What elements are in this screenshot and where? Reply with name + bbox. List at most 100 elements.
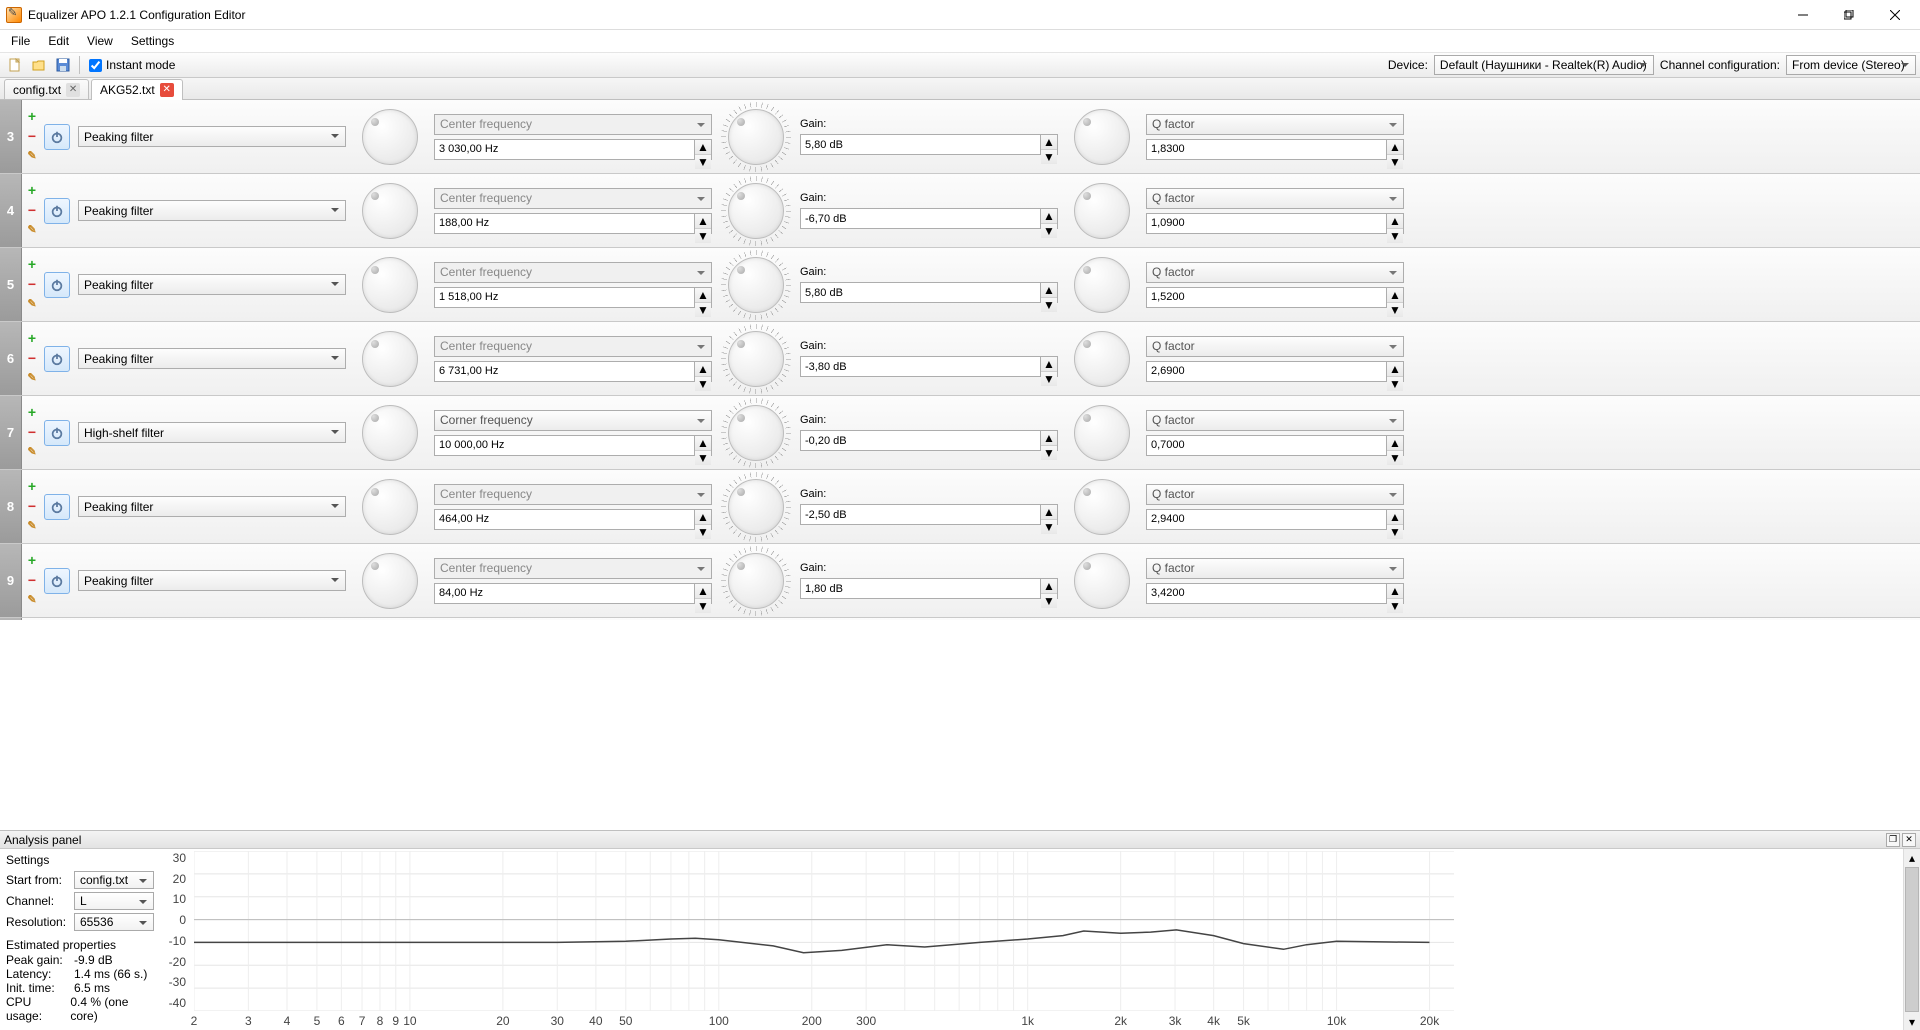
add-filter-button[interactable]: + [25, 183, 39, 197]
tab-akg52[interactable]: AKG52.txt ✕ [91, 79, 183, 100]
q-input[interactable] [1146, 583, 1387, 604]
menu-edit[interactable]: Edit [39, 32, 78, 50]
gain-input[interactable] [800, 504, 1041, 525]
q-spin[interactable]: ▲▼ [1387, 213, 1404, 234]
minimize-button[interactable] [1780, 0, 1826, 30]
q-input[interactable] [1146, 435, 1387, 456]
filter-type-select[interactable]: High-shelf filter [78, 422, 346, 443]
panel-float-button[interactable]: ❐ [1886, 833, 1900, 847]
freq-spin[interactable]: ▲▼ [695, 139, 712, 160]
q-spin[interactable]: ▲▼ [1387, 287, 1404, 308]
freq-spin[interactable]: ▲▼ [695, 583, 712, 604]
freq-spin[interactable]: ▲▼ [695, 213, 712, 234]
edit-filter-button[interactable]: ✎ [25, 594, 39, 608]
q-label-select[interactable]: Q factor [1146, 484, 1404, 505]
device-select[interactable]: Default (Наушники - Realtek(R) Audio) [1434, 55, 1654, 75]
gain-spin[interactable]: ▲▼ [1041, 134, 1058, 155]
remove-filter-button[interactable]: − [25, 129, 39, 143]
freq-spin[interactable]: ▲▼ [695, 287, 712, 308]
q-knob[interactable] [1074, 109, 1130, 165]
scroll-up-icon[interactable]: ▴ [1904, 849, 1920, 866]
open-file-button[interactable] [28, 54, 50, 76]
gain-spin[interactable]: ▲▼ [1041, 282, 1058, 303]
gain-input[interactable] [800, 134, 1041, 155]
q-knob[interactable] [1074, 331, 1130, 387]
maximize-button[interactable] [1826, 0, 1872, 30]
gain-knob[interactable] [728, 257, 784, 313]
freq-label-select[interactable]: Corner frequency [434, 410, 712, 431]
power-button[interactable] [44, 420, 70, 446]
freq-spin[interactable]: ▲▼ [695, 509, 712, 530]
freq-input[interactable] [434, 361, 695, 382]
q-input[interactable] [1146, 287, 1387, 308]
menu-settings[interactable]: Settings [122, 32, 183, 50]
freq-knob[interactable] [362, 109, 418, 165]
q-knob[interactable] [1074, 553, 1130, 609]
add-filter-button[interactable]: + [25, 257, 39, 271]
q-label-select[interactable]: Q factor [1146, 262, 1404, 283]
instant-mode-checkbox[interactable]: Instant mode [89, 58, 175, 72]
gain-knob[interactable] [728, 405, 784, 461]
q-label-select[interactable]: Q factor [1146, 188, 1404, 209]
q-spin[interactable]: ▲▼ [1387, 509, 1404, 530]
channel-select[interactable]: L [74, 892, 154, 910]
q-knob[interactable] [1074, 405, 1130, 461]
q-knob[interactable] [1074, 183, 1130, 239]
gain-spin[interactable]: ▲▼ [1041, 356, 1058, 377]
scroll-down-icon[interactable]: ▾ [1904, 1013, 1920, 1030]
freq-input[interactable] [434, 509, 695, 530]
gain-knob[interactable] [728, 479, 784, 535]
gain-spin[interactable]: ▲▼ [1041, 208, 1058, 229]
q-knob[interactable] [1074, 479, 1130, 535]
freq-input[interactable] [434, 213, 695, 234]
q-label-select[interactable]: Q factor [1146, 558, 1404, 579]
filter-type-select[interactable]: Peaking filter [78, 200, 346, 221]
filter-type-select[interactable]: Peaking filter [78, 496, 346, 517]
remove-filter-button[interactable]: − [25, 499, 39, 513]
gain-spin[interactable]: ▲▼ [1041, 504, 1058, 525]
remove-filter-button[interactable]: − [25, 203, 39, 217]
analysis-scrollbar[interactable]: ▴ ▾ [1903, 849, 1920, 1030]
filter-type-select[interactable]: Peaking filter [78, 274, 346, 295]
gain-knob[interactable] [728, 553, 784, 609]
q-knob[interactable] [1074, 257, 1130, 313]
power-button[interactable] [44, 568, 70, 594]
freq-knob[interactable] [362, 405, 418, 461]
freq-knob[interactable] [362, 183, 418, 239]
add-filter-button[interactable]: + [25, 405, 39, 419]
scroll-thumb[interactable] [1905, 867, 1919, 1012]
q-input[interactable] [1146, 361, 1387, 382]
freq-input[interactable] [434, 583, 695, 604]
power-button[interactable] [44, 272, 70, 298]
edit-filter-button[interactable]: ✎ [25, 446, 39, 460]
close-button[interactable] [1872, 0, 1918, 30]
q-spin[interactable]: ▲▼ [1387, 361, 1404, 382]
freq-input[interactable] [434, 287, 695, 308]
filter-type-select[interactable]: Peaking filter [78, 126, 346, 147]
power-button[interactable] [44, 494, 70, 520]
gain-knob[interactable] [728, 109, 784, 165]
gain-input[interactable] [800, 430, 1041, 451]
q-label-select[interactable]: Q factor [1146, 336, 1404, 357]
edit-filter-button[interactable]: ✎ [25, 150, 39, 164]
q-input[interactable] [1146, 213, 1387, 234]
menu-view[interactable]: View [78, 32, 122, 50]
freq-knob[interactable] [362, 331, 418, 387]
gain-input[interactable] [800, 356, 1041, 377]
freq-spin[interactable]: ▲▼ [695, 361, 712, 382]
freq-knob[interactable] [362, 257, 418, 313]
new-file-button[interactable] [4, 54, 26, 76]
save-file-button[interactable] [52, 54, 74, 76]
filter-type-select[interactable]: Peaking filter [78, 570, 346, 591]
filter-type-select[interactable]: Peaking filter [78, 348, 346, 369]
add-filter-button[interactable]: + [25, 331, 39, 345]
gain-spin[interactable]: ▲▼ [1041, 578, 1058, 599]
power-button[interactable] [44, 124, 70, 150]
add-filter-button[interactable]: + [25, 109, 39, 123]
channel-config-select[interactable]: From device (Stereo) [1786, 55, 1916, 75]
tab-close-icon[interactable]: ✕ [66, 83, 80, 97]
edit-filter-button[interactable]: ✎ [25, 520, 39, 534]
q-spin[interactable]: ▲▼ [1387, 435, 1404, 456]
q-label-select[interactable]: Q factor [1146, 410, 1404, 431]
q-spin[interactable]: ▲▼ [1387, 139, 1404, 160]
